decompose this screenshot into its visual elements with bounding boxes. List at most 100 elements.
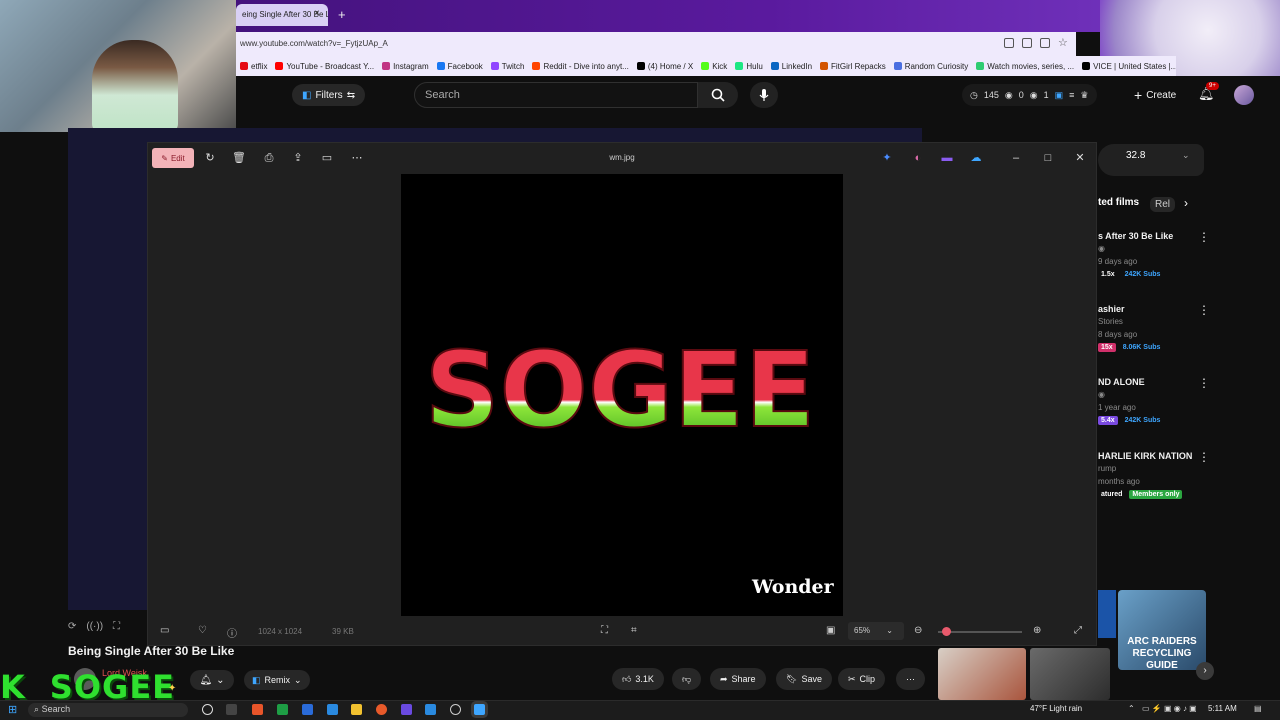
designer-icon[interactable]: ✦ bbox=[880, 151, 894, 165]
photos-app-icon[interactable] bbox=[474, 704, 485, 715]
extensions-icon[interactable] bbox=[1040, 38, 1050, 48]
url-field[interactable]: www.youtube.com/watch?v=_FytjzUAp_A bbox=[240, 37, 800, 51]
favorite-icon[interactable]: ♡ bbox=[198, 625, 207, 636]
bookmark-item[interactable]: Twitch bbox=[490, 62, 524, 71]
extension-stats[interactable]: ◷ 145 ◉ 0 ◉ 1 ▣ ≡ ♛ bbox=[962, 84, 1097, 106]
zoom-slider-thumb[interactable] bbox=[941, 627, 951, 636]
rec-item[interactable]: HARLIE KIRK NATION rump months ago ature… bbox=[1098, 450, 1208, 499]
taskbar-search[interactable]: ⌕ Search bbox=[28, 703, 188, 717]
app-icon[interactable] bbox=[302, 704, 313, 715]
excel-icon[interactable] bbox=[277, 704, 288, 715]
more-vertical-icon[interactable]: ⋮ bbox=[1198, 450, 1210, 464]
bookmark-item[interactable]: Facebook bbox=[436, 62, 483, 71]
save-button[interactable]: 🔖︎ Save bbox=[776, 668, 832, 690]
share-icon[interactable]: ⇪ bbox=[291, 151, 305, 165]
chevron-down-icon[interactable]: ⌄ bbox=[1182, 150, 1190, 161]
fit-icon[interactable]: ⛶ bbox=[601, 625, 608, 636]
bookmark-item[interactable]: Instagram bbox=[382, 62, 429, 71]
more-options-icon[interactable]: ⋯ bbox=[350, 151, 364, 165]
save-label: Save bbox=[801, 674, 822, 684]
fullscreen-icon[interactable]: ⛶ bbox=[113, 621, 120, 632]
onedrive-icon[interactable]: ☁ bbox=[969, 151, 983, 165]
star-icon[interactable]: ☆ bbox=[1058, 36, 1068, 49]
new-tab-button[interactable]: + bbox=[338, 7, 346, 22]
rotate-icon[interactable]: ↻ bbox=[203, 151, 217, 165]
more-vertical-icon[interactable]: ⋮ bbox=[1198, 303, 1210, 317]
fullscreen-icon[interactable]: ⤢ bbox=[1074, 625, 1082, 636]
chevron-right-icon[interactable]: › bbox=[1196, 662, 1214, 680]
tab-close-icon[interactable]: × bbox=[314, 8, 320, 19]
cortana-icon[interactable] bbox=[202, 704, 213, 715]
task-view-icon[interactable] bbox=[226, 704, 237, 715]
bookmark-item[interactable]: etflix bbox=[240, 62, 267, 71]
obs-icon[interactable] bbox=[450, 704, 461, 715]
bookmark-item[interactable]: Hulu bbox=[735, 62, 763, 71]
cast-icon[interactable] bbox=[1022, 38, 1032, 48]
taskbar-clock[interactable]: 5:11 AM bbox=[1208, 704, 1237, 713]
like-button[interactable]: 👍︎ 3.1K bbox=[612, 668, 664, 690]
chip-related[interactable]: Rel bbox=[1150, 197, 1176, 212]
discord-icon[interactable] bbox=[401, 704, 412, 715]
more-vertical-icon[interactable]: ⋮ bbox=[1198, 230, 1210, 244]
windows-start-icon[interactable]: ⊞ bbox=[8, 703, 17, 716]
filmstrip-icon[interactable]: ▭ bbox=[160, 625, 169, 636]
edit-button[interactable]: ✎ Edit bbox=[152, 148, 194, 168]
share-button[interactable]: ➦ Share bbox=[710, 668, 766, 690]
delete-icon[interactable]: 🗑︎ bbox=[232, 151, 246, 165]
bookmark-item[interactable]: Random Curiosity bbox=[893, 62, 968, 71]
minimize-icon[interactable]: – bbox=[1009, 151, 1023, 165]
search-input[interactable]: Search bbox=[414, 82, 698, 108]
app-icon[interactable] bbox=[425, 704, 436, 715]
create-button[interactable]: + Create bbox=[1124, 84, 1186, 106]
rec-item[interactable]: ND ALONE ◉ 1 year ago 5.4x 242K Subs bbox=[1098, 376, 1208, 425]
weather-widget[interactable]: 47°F Light rain bbox=[1030, 704, 1082, 713]
bookmark-item[interactable]: Reddit - Dive into anyt... bbox=[532, 62, 629, 71]
search-button[interactable] bbox=[698, 82, 738, 108]
bookmark-item[interactable]: (4) Home / X bbox=[636, 62, 693, 71]
app-icon[interactable] bbox=[376, 704, 387, 715]
zoom-in-icon[interactable]: ⊕ bbox=[1033, 625, 1041, 636]
file-explorer-icon[interactable] bbox=[351, 704, 362, 715]
loop-icon[interactable]: ⟳ bbox=[68, 621, 76, 632]
subscription-bell-button[interactable]: 🔔︎ ⌄ bbox=[190, 670, 234, 690]
bookmark-item[interactable]: FitGirl Repacks bbox=[820, 62, 886, 71]
rec-item[interactable]: ashier Stories 8 days ago 15x 8.06K Subs bbox=[1098, 303, 1208, 352]
rec-item[interactable]: s After 30 Be Like ◉ 9 days ago 1.5x 242K… bbox=[1098, 230, 1208, 279]
clip-button[interactable]: ✂ Clip bbox=[838, 668, 886, 690]
bookmark-item[interactable]: Kick bbox=[701, 62, 727, 71]
dislike-button[interactable]: 👎︎ bbox=[672, 668, 702, 690]
info-icon[interactable]: ⓘ bbox=[227, 625, 237, 640]
app-icon[interactable] bbox=[252, 704, 263, 715]
clipchamp-icon[interactable]: ▬ bbox=[940, 151, 954, 165]
maximize-icon[interactable]: □ bbox=[1041, 151, 1055, 165]
slideshow-icon[interactable]: ▭ bbox=[320, 151, 334, 165]
bookmark-item[interactable]: Watch movies, series, ... bbox=[976, 62, 1074, 71]
user-avatar[interactable] bbox=[1234, 85, 1254, 105]
actual-size-icon[interactable]: ▣ bbox=[826, 625, 835, 636]
close-icon[interactable]: ✕ bbox=[1073, 151, 1087, 165]
bookmark-item[interactable]: LinkedIn bbox=[770, 62, 812, 71]
chip-related-films[interactable]: ted films bbox=[1098, 197, 1139, 208]
print-icon[interactable]: ⎙ bbox=[262, 151, 276, 165]
bookmark-item[interactable]: VICE | United States |... bbox=[1082, 62, 1176, 71]
bookmark-item[interactable]: YouTube - Broadcast Y... bbox=[275, 62, 374, 71]
voice-search-button[interactable] bbox=[750, 82, 778, 108]
app-icon[interactable] bbox=[327, 704, 338, 715]
zoom-select[interactable]: 65% ⌄ bbox=[848, 622, 904, 640]
video-thumbnail[interactable] bbox=[1030, 648, 1110, 700]
copilot-icon[interactable]: ◐ bbox=[911, 151, 925, 165]
install-icon[interactable] bbox=[1004, 38, 1014, 48]
audio-icon[interactable]: ((·)) bbox=[86, 621, 103, 632]
chevron-right-icon[interactable]: › bbox=[1184, 196, 1188, 210]
filters-button[interactable]: ◧ Filters ⇆ bbox=[292, 84, 366, 106]
tray-chevron-icon[interactable]: ⌃ bbox=[1128, 704, 1135, 713]
zoom-out-icon[interactable]: ⊖ bbox=[914, 625, 922, 636]
more-vertical-icon[interactable]: ⋮ bbox=[1198, 376, 1210, 390]
remix-button[interactable]: ◧ Remix ⌄ bbox=[244, 670, 310, 690]
more-actions-button[interactable]: ⋯ bbox=[896, 668, 925, 690]
tray-icons[interactable]: ▭ ⚡ ▣ ◉ ♪ ▣ bbox=[1142, 704, 1197, 713]
notification-center-icon[interactable]: ▤ bbox=[1254, 704, 1262, 713]
crop-icon[interactable]: ⌗ bbox=[631, 625, 637, 636]
video-thumbnail[interactable] bbox=[938, 648, 1026, 700]
video-thumbnail[interactable] bbox=[1098, 590, 1116, 638]
